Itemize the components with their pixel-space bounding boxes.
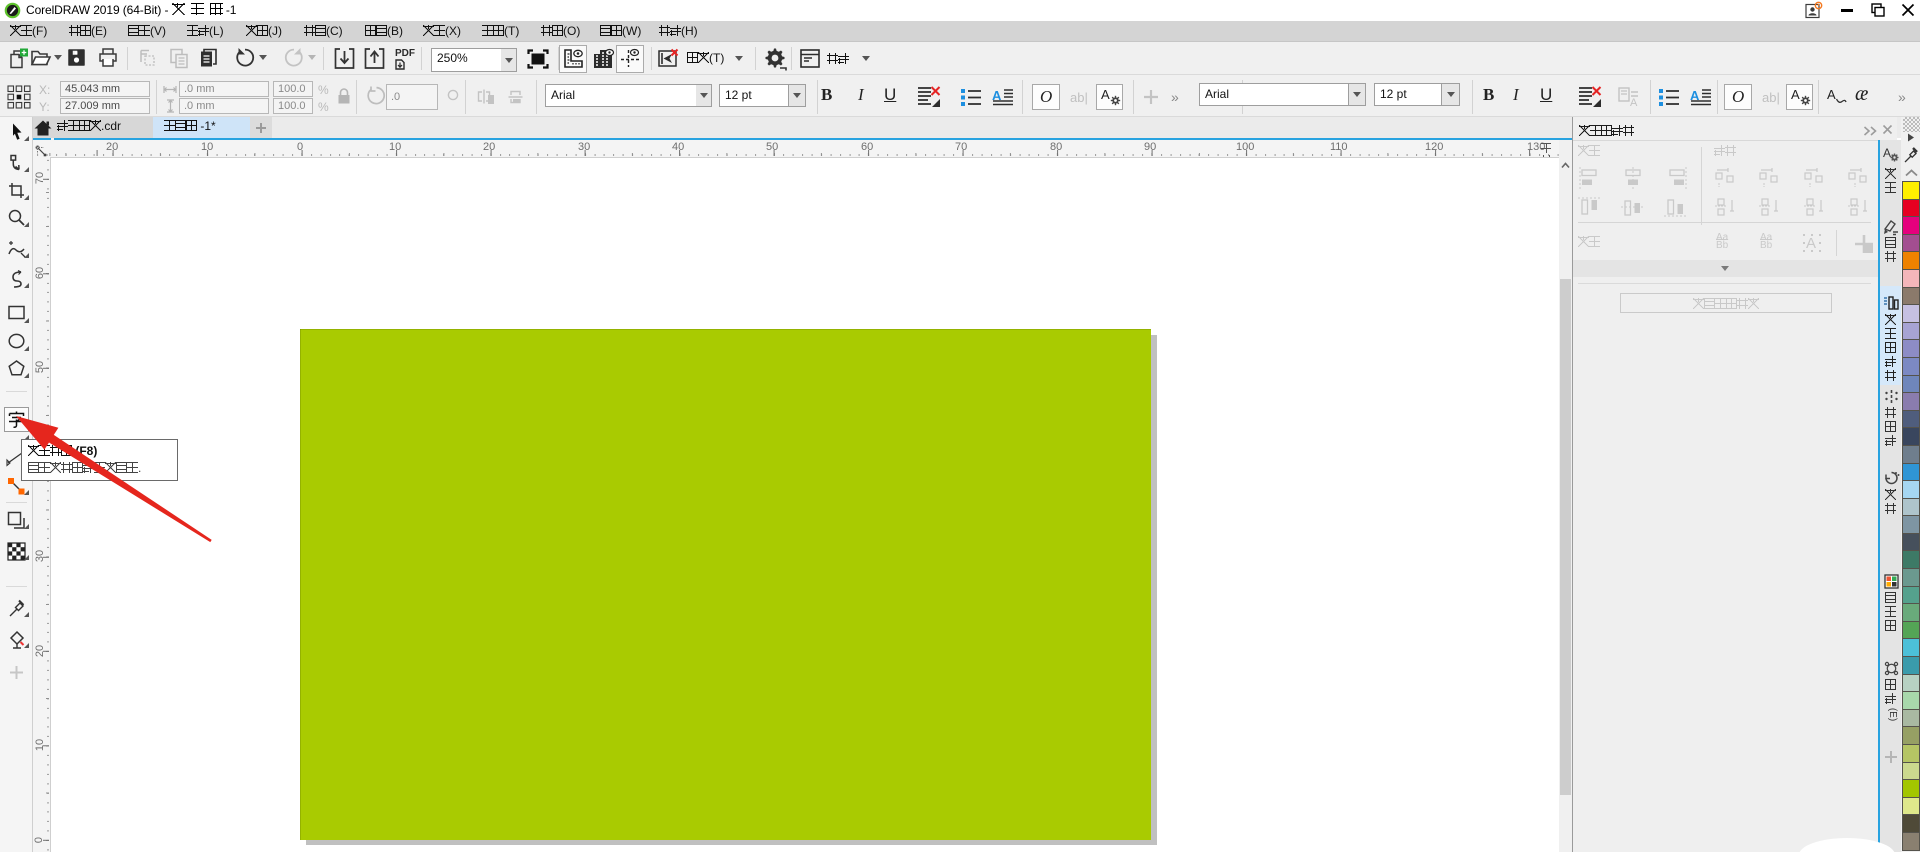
svg-text:A: A	[1630, 97, 1638, 109]
svg-text:A: A	[1883, 146, 1891, 160]
svg-text:A: A	[1806, 235, 1816, 252]
